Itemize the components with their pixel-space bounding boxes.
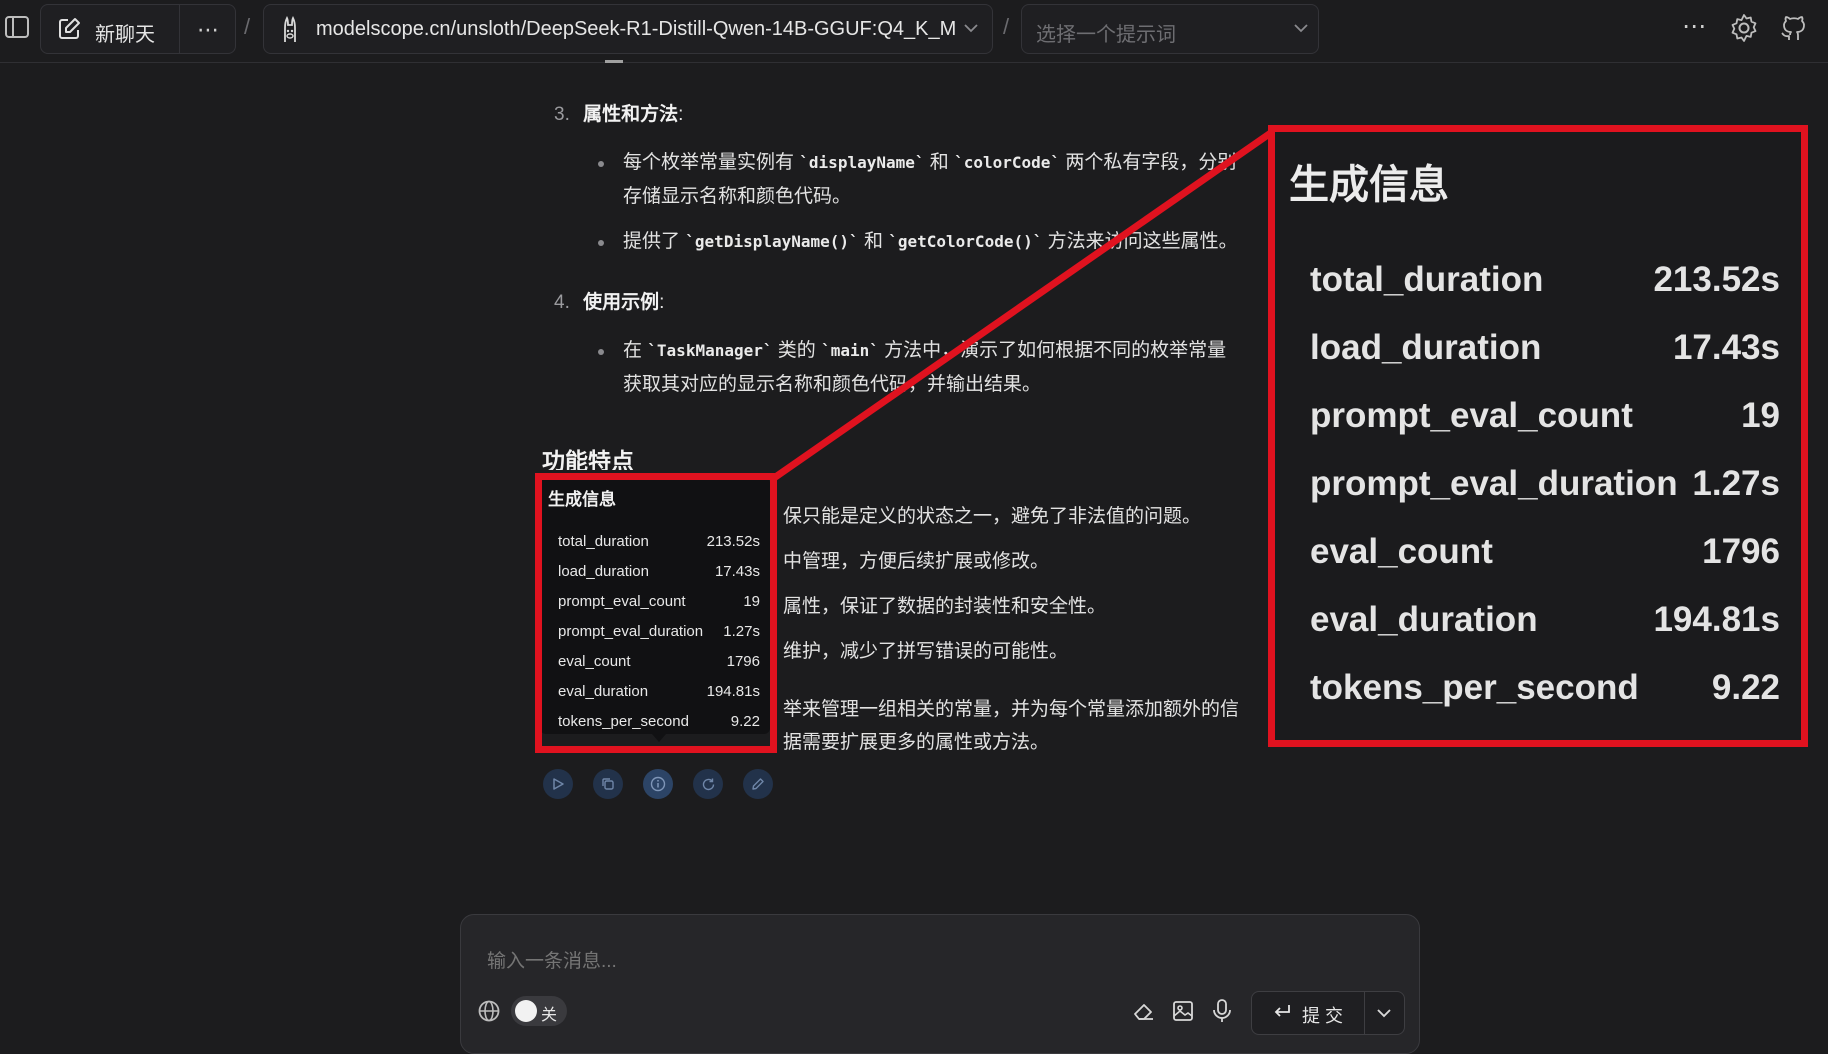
enter-icon [1272, 1003, 1292, 1021]
regenerate-button[interactable] [693, 769, 723, 799]
highlight-box-zoomed [1268, 125, 1808, 747]
globe-icon[interactable] [477, 999, 501, 1023]
edit-button[interactable] [743, 769, 773, 799]
microphone-icon[interactable] [1211, 998, 1233, 1024]
play-button[interactable] [543, 769, 573, 799]
submit-button-group: 提 交 [1251, 991, 1405, 1035]
toggle-label: 关 [541, 1007, 558, 1024]
copy-button[interactable] [593, 769, 623, 799]
refresh-icon [702, 778, 714, 790]
info-button[interactable] [643, 769, 673, 799]
web-search-toggle[interactable]: 关 [511, 996, 567, 1026]
copy-icon [602, 778, 614, 790]
toggle-knob [515, 1000, 537, 1022]
eraser-icon[interactable] [1131, 999, 1157, 1023]
play-icon [553, 778, 564, 790]
info-icon [650, 776, 666, 792]
image-icon[interactable] [1171, 999, 1195, 1023]
submit-label: 提 交 [1302, 1006, 1344, 1026]
pencil-icon [752, 778, 764, 790]
submit-options-chevron-icon[interactable] [1376, 1008, 1392, 1019]
message-composer: 关 提 交 [460, 914, 1420, 1054]
message-input[interactable] [485, 945, 1389, 979]
